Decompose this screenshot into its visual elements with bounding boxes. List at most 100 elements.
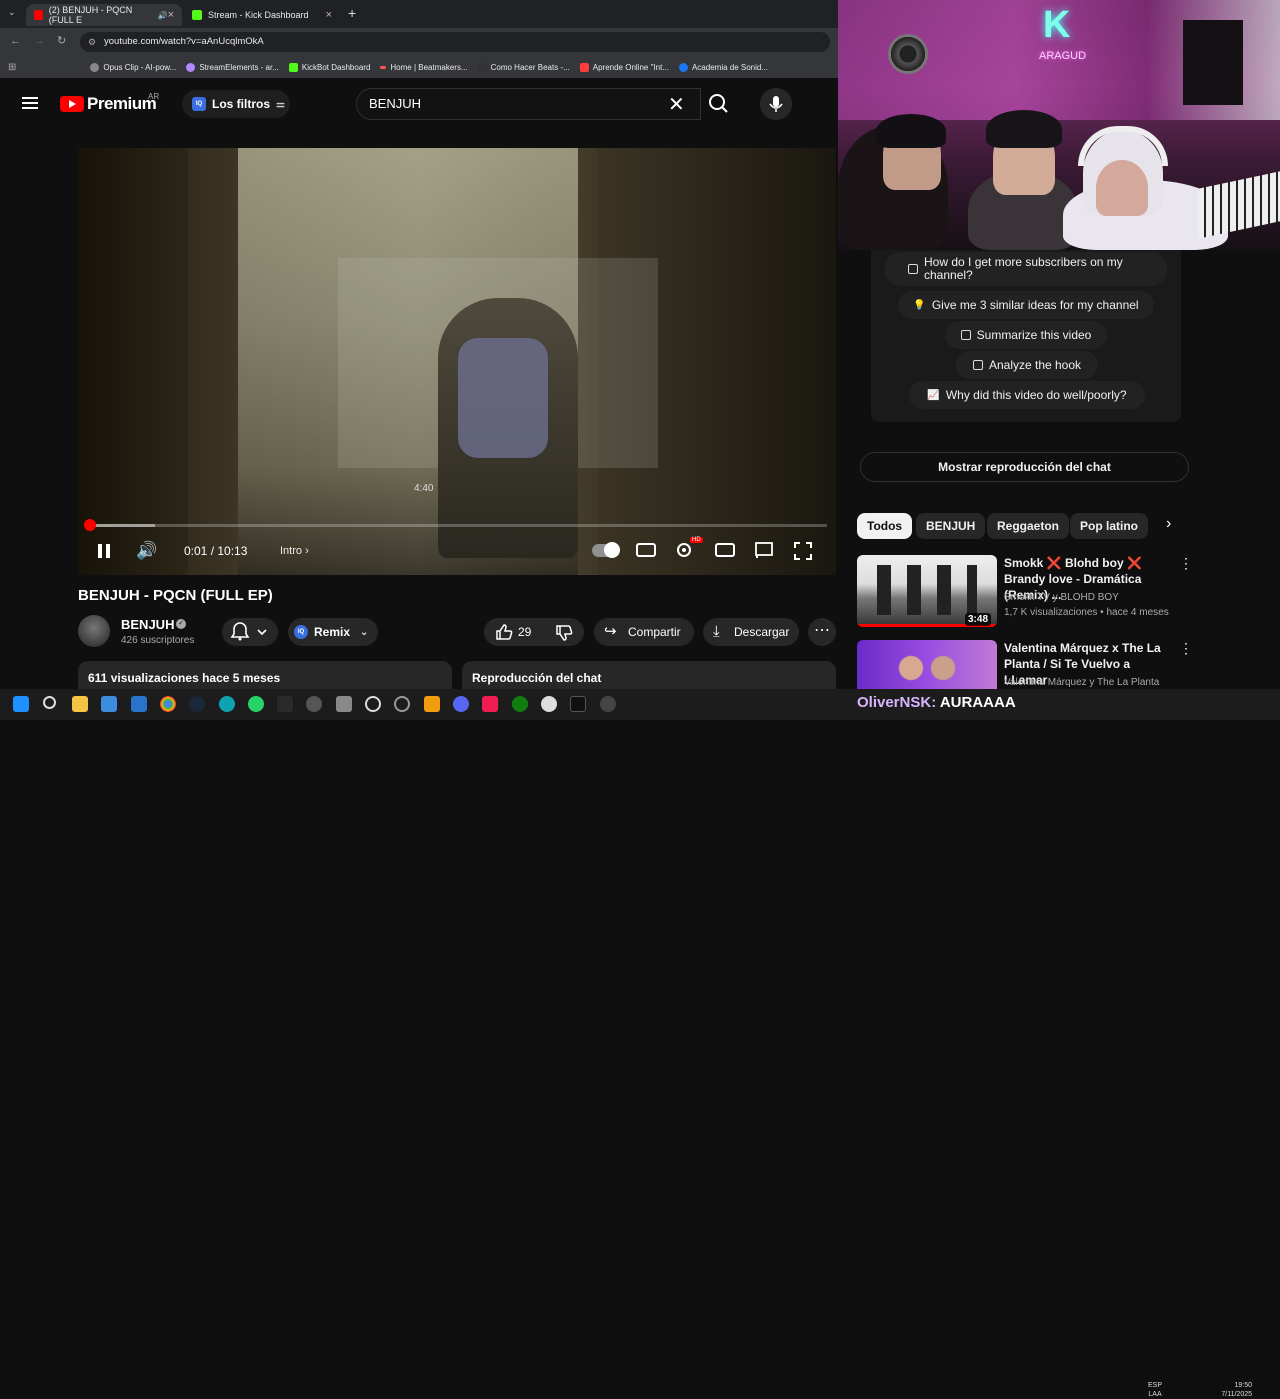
cast-icon[interactable]	[754, 541, 774, 559]
tiktok-icon[interactable]	[570, 696, 586, 712]
subtitles-icon[interactable]	[636, 543, 656, 557]
video-thumbnail[interactable]	[857, 640, 997, 689]
site-info-icon[interactable]: ⚙	[88, 32, 96, 52]
autoplay-toggle[interactable]	[592, 542, 620, 558]
speaker-icon[interactable]: 🔊	[158, 11, 168, 20]
pause-button[interactable]	[98, 539, 110, 563]
video-player[interactable]: 4:40 🔊 0:01 / 10:13 Intro › HD	[78, 148, 836, 575]
chip-pop-latino[interactable]: Pop latino	[1070, 513, 1148, 539]
progress-bar[interactable]	[89, 524, 827, 527]
apps-grid-icon[interactable]: ⊞	[8, 62, 16, 73]
show-chat-replay-button[interactable]: Mostrar reproducción del chat	[860, 452, 1189, 482]
bookmark-kickbot[interactable]: KickBot Dashboard	[288, 62, 370, 72]
chevron-right-icon[interactable]: ›	[1166, 515, 1171, 533]
more-actions-button[interactable]: ⋯	[808, 618, 836, 646]
reload-icon[interactable]: ↻	[57, 34, 66, 47]
app-icon[interactable]	[394, 696, 410, 712]
bookmark-aprende-online[interactable]: Aprende Online "Int...	[579, 62, 669, 72]
epic-games-icon[interactable]	[277, 696, 293, 712]
app-icon[interactable]	[336, 696, 352, 712]
close-tab-icon[interactable]: ×	[326, 9, 332, 21]
miniplayer-icon[interactable]	[715, 543, 735, 557]
chapter-button[interactable]: Intro ›	[280, 545, 309, 557]
recommendation-channel[interactable]: Smokk TV y BLOHD BOY	[1004, 592, 1119, 603]
tiktok-icon[interactable]	[482, 696, 498, 712]
url-field[interactable]: ⚙ youtube.com/watch?v=aAnUcqlmOkA	[80, 32, 830, 52]
ai-suggestion-label: Summarize this video	[976, 328, 1092, 342]
chip-reggaeton[interactable]: Reggaeton	[987, 513, 1070, 539]
file-explorer-icon[interactable]	[72, 696, 88, 712]
app-icon[interactable]	[541, 696, 557, 712]
notifications-button[interactable]	[222, 618, 278, 646]
new-tab-button[interactable]: +	[348, 5, 356, 21]
tab-list-chevron-icon[interactable]: ⌄	[8, 7, 16, 18]
recommendation-item[interactable]: 3:48 Smokk ❌ Blohd boy ❌ Brandy love - D…	[857, 555, 1193, 635]
ai-suggestion-similar-ideas[interactable]: 💡 Give me 3 similar ideas for my channel	[898, 291, 1154, 319]
bookmark-label: Como Hacer Beats -...	[490, 62, 570, 72]
windows-start-icon[interactable]	[13, 696, 29, 712]
remix-button[interactable]: IQ Remix ⌄	[288, 618, 378, 646]
like-dislike-button[interactable]	[484, 618, 584, 646]
discord-icon[interactable]	[453, 696, 469, 712]
download-button[interactable]: ⤓ Descargar	[703, 618, 799, 646]
app-icon[interactable]	[306, 696, 322, 712]
ai-suggestion-subscribers[interactable]: How do I get more subscribers on my chan…	[885, 252, 1167, 286]
ai-suggestion-analyze-hook[interactable]: Analyze the hook	[956, 351, 1098, 379]
media-player-icon[interactable]	[600, 696, 616, 712]
bookmark-como-hacer-beats[interactable]: Como Hacer Beats -...	[477, 62, 570, 72]
tab-youtube[interactable]: (2) BENJUH - PQCN (FULL E 🔊 ×	[26, 4, 182, 26]
more-options-icon[interactable]: ⋮	[1179, 555, 1193, 572]
edge-icon[interactable]	[219, 696, 235, 712]
store-icon[interactable]	[101, 696, 117, 712]
whatsapp-icon[interactable]	[248, 696, 264, 712]
steam-icon[interactable]	[189, 696, 205, 712]
fullscreen-icon[interactable]	[794, 542, 812, 560]
system-clock[interactable]: 19:50 7/11/2025	[1212, 1381, 1252, 1399]
close-tab-icon[interactable]: ×	[168, 9, 174, 21]
bookmark-streamelements[interactable]: StreamElements - ar...	[186, 62, 279, 72]
opus-clip-icon	[90, 62, 100, 72]
thumbs-up-icon[interactable]	[494, 622, 514, 642]
language-indicator[interactable]: ESP LAA	[1148, 1381, 1162, 1399]
search-icon[interactable]	[43, 696, 56, 709]
chrome-icon[interactable]	[160, 696, 176, 712]
thumbnail-figures	[877, 565, 977, 615]
video-frame-shirt	[458, 338, 548, 458]
filters-button[interactable]: IQ Los filtros ⚌	[182, 90, 290, 118]
recommendation-item[interactable]: Valentina Márquez x The La Planta / Si T…	[857, 640, 1187, 689]
forward-icon[interactable]: →	[34, 35, 45, 47]
thumbs-down-icon[interactable]	[554, 623, 574, 643]
more-options-icon[interactable]: ⋮	[1179, 640, 1187, 657]
recommendation-channel[interactable]: Valentina Márquez y The La Planta	[1004, 677, 1159, 688]
youtube-premium-wordmark[interactable]: Premium	[87, 94, 157, 114]
voice-search-button[interactable]	[760, 88, 792, 120]
channel-avatar[interactable]	[78, 615, 110, 647]
ai-suggestion-performance[interactable]: 📈 Why did this video do well/poorly?	[909, 381, 1145, 409]
chip-benjuh[interactable]: BENJUH	[916, 513, 986, 539]
settings-gear-icon[interactable]	[674, 540, 694, 560]
chat-message: AURAAAA	[939, 694, 1016, 711]
tab-kick-dashboard[interactable]: Stream - Kick Dashboard ×	[184, 4, 340, 26]
mail-icon[interactable]	[131, 696, 147, 712]
share-button[interactable]: ↪ Compartir	[594, 618, 694, 646]
bookmark-opus-clip[interactable]: Opus Clip - AI-pow...	[90, 62, 176, 72]
youtube-logo-icon[interactable]	[60, 96, 84, 112]
bulb-icon: 💡	[913, 299, 926, 311]
clear-search-icon[interactable]: ✕	[668, 92, 685, 117]
menu-icon[interactable]	[22, 97, 38, 99]
stream-chat-overlay: OliverNSK: AURAAAA	[857, 694, 1016, 711]
bookmark-beatmakers[interactable]: Home | Beatmakers...	[380, 63, 468, 72]
search-button[interactable]	[700, 88, 738, 120]
back-icon[interactable]: ←	[10, 35, 21, 47]
xbox-icon[interactable]	[512, 696, 528, 712]
search-input[interactable]: BENJUH	[356, 88, 701, 120]
volume-icon[interactable]: 🔊	[136, 539, 158, 563]
openai-icon[interactable]	[365, 696, 381, 712]
channel-name[interactable]: BENJUH	[121, 617, 174, 632]
chart-icon: 📈	[927, 389, 940, 401]
chip-todos[interactable]: Todos	[857, 513, 913, 539]
ai-suggestion-summarize[interactable]: Summarize this video	[945, 321, 1107, 349]
bookmark-academia-de-sonido[interactable]: Academia de Sonid...	[678, 62, 768, 72]
app-icon[interactable]	[424, 696, 440, 712]
share-icon: ↪	[604, 623, 617, 640]
